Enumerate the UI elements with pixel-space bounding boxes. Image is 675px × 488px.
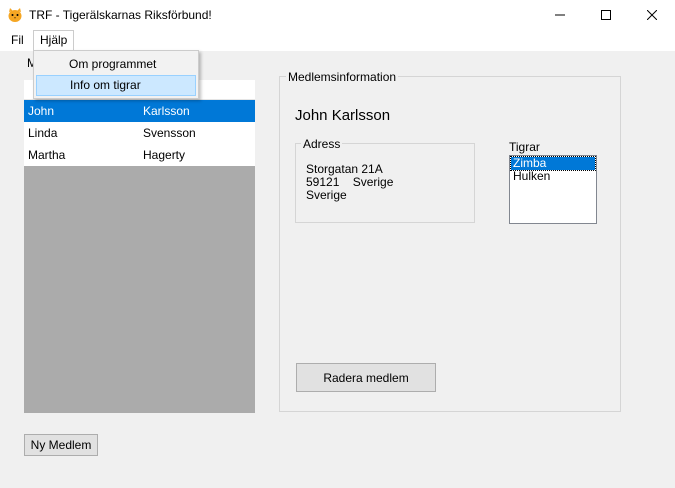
member-info-group: [279, 76, 621, 412]
member-row[interactable]: John Karlsson: [24, 100, 255, 122]
window-title: TRF - Tigerälskarnas Riksförbund!: [29, 8, 212, 22]
minimize-button[interactable]: [537, 0, 583, 30]
menu-bar: [0, 30, 675, 51]
minimize-icon: [555, 14, 565, 16]
close-icon: [647, 10, 657, 20]
help-dropdown-menu: Om programmet Info om tigrar: [33, 50, 199, 99]
menu-hjalp[interactable]: Hjälp: [33, 30, 75, 51]
cat-icon: [7, 7, 23, 23]
menu-item-tiger-info[interactable]: Info om tigrar: [36, 75, 196, 96]
member-name: John Karlsson: [295, 107, 391, 124]
address-country: Sverige: [306, 188, 347, 202]
member-row[interactable]: Linda Svensson: [24, 122, 255, 144]
member-first-name: John: [28, 104, 55, 118]
member-last-name: Karlsson: [143, 104, 190, 118]
member-info-legend: Medlemsinformation: [286, 70, 399, 84]
member-first-name: Linda: [28, 126, 58, 140]
menu-fil[interactable]: Fil: [5, 30, 30, 51]
maximize-icon: [601, 10, 611, 20]
member-first-name: Martha: [28, 148, 66, 162]
menu-item-about[interactable]: Om programmet: [36, 54, 196, 75]
member-last-name: Hagerty: [143, 148, 186, 162]
address-legend: Adress: [301, 137, 343, 151]
maximize-button[interactable]: [583, 0, 629, 30]
delete-member-button[interactable]: Radera medlem: [296, 363, 436, 392]
tigers-label: Tigrar: [509, 140, 540, 154]
new-member-button[interactable]: Ny Medlem: [24, 434, 98, 456]
tiger-item[interactable]: Hulken: [511, 170, 595, 183]
member-last-name: Svensson: [143, 126, 196, 140]
close-button[interactable]: [629, 0, 675, 30]
member-row[interactable]: Martha Hagerty: [24, 144, 255, 166]
